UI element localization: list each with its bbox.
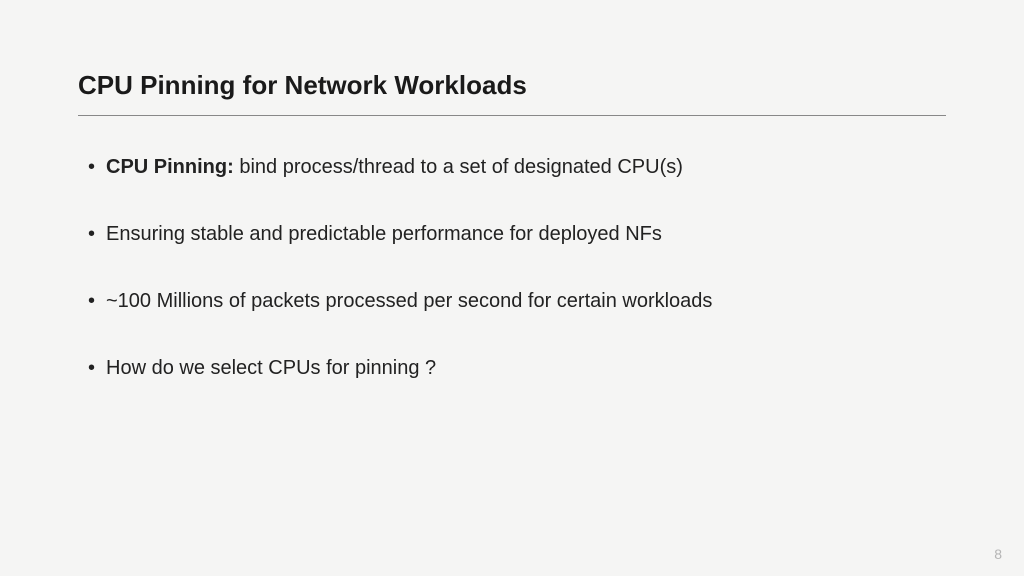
title-divider [78,115,946,116]
list-item: CPU Pinning: bind process/thread to a se… [88,154,946,181]
bullet-text: How do we select CPUs for pinning ? [106,357,436,379]
bullet-text: ~100 Millions of packets processed per s… [106,290,712,312]
bullet-lead: CPU Pinning: [106,156,234,178]
slide-title: CPU Pinning for Network Workloads [78,70,946,101]
bullet-text: bind process/thread to a set of designat… [234,156,683,178]
bullet-text: Ensuring stable and predictable performa… [106,223,662,245]
list-item: How do we select CPUs for pinning ? [88,355,946,382]
list-item: ~100 Millions of packets processed per s… [88,288,946,315]
slide-content: CPU Pinning for Network Workloads CPU Pi… [0,0,1024,382]
bullet-list: CPU Pinning: bind process/thread to a se… [78,154,946,382]
page-number: 8 [994,546,1002,562]
list-item: Ensuring stable and predictable performa… [88,221,946,248]
